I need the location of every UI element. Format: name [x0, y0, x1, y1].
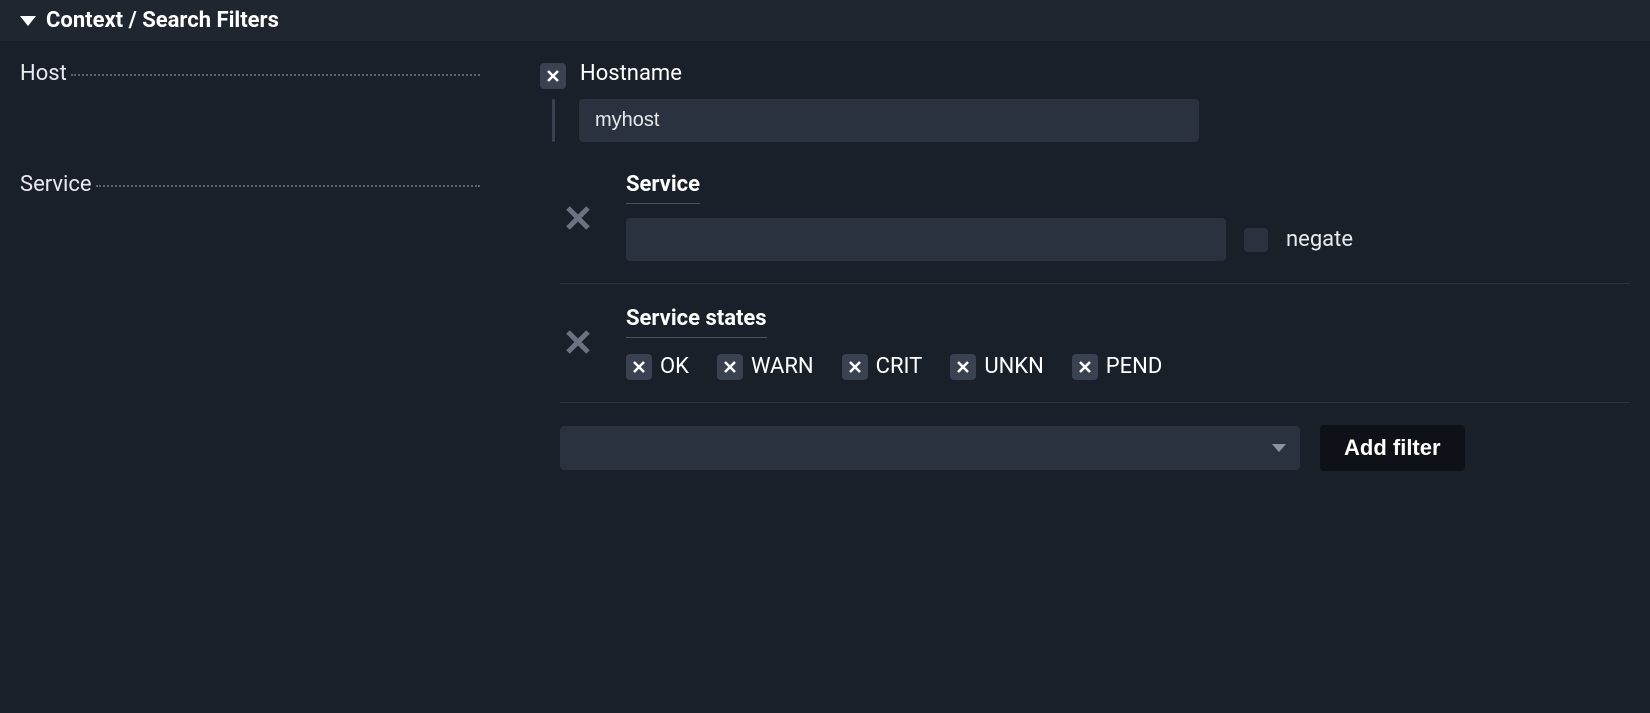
toggle-unkn-checkbox[interactable]	[950, 354, 976, 380]
state-label-crit: CRIT	[876, 354, 923, 379]
host-row: Host Hostname	[20, 61, 1630, 142]
state-toggle-ok[interactable]: OK	[626, 352, 689, 380]
indent-bar	[552, 99, 555, 142]
close-icon	[632, 360, 646, 374]
service-states-filter-title: Service states	[626, 306, 767, 338]
section-header[interactable]: Context / Search Filters	[0, 0, 1650, 41]
section-title: Context / Search Filters	[46, 8, 279, 33]
service-states-filter-item: Service states OK WARN	[560, 306, 1630, 403]
toggle-warn-checkbox[interactable]	[717, 354, 743, 380]
dotted-leader	[71, 74, 480, 76]
remove-service-states-filter-button[interactable]	[560, 324, 596, 360]
service-filter-item: Service negate	[560, 172, 1630, 284]
dotted-leader	[96, 185, 480, 187]
negate-checkbox[interactable]	[1244, 228, 1268, 252]
host-label: Host	[20, 61, 71, 86]
toggle-crit-checkbox[interactable]	[842, 354, 868, 380]
add-filter-button[interactable]: Add filter	[1320, 425, 1465, 471]
remove-hostname-filter-button[interactable]	[540, 63, 566, 89]
state-toggle-warn[interactable]: WARN	[717, 352, 814, 380]
state-label-ok: OK	[660, 354, 689, 379]
service-row: Service Service negate	[20, 172, 1630, 471]
close-icon	[848, 360, 862, 374]
add-filter-row: Add filter	[560, 425, 1630, 471]
state-label-unkn: UNKN	[984, 354, 1043, 379]
remove-service-filter-button[interactable]	[560, 200, 596, 236]
collapse-icon	[20, 16, 36, 26]
state-label-pend: PEND	[1106, 354, 1163, 379]
close-icon	[564, 328, 592, 356]
close-icon	[723, 360, 737, 374]
state-toggle-pend[interactable]: PEND	[1072, 352, 1163, 380]
service-input[interactable]	[626, 218, 1226, 261]
add-filter-select[interactable]	[560, 426, 1300, 470]
service-filter-title: Service	[626, 172, 700, 204]
state-toggle-unkn[interactable]: UNKN	[950, 352, 1043, 380]
close-icon	[546, 69, 560, 83]
close-icon	[564, 204, 592, 232]
close-icon	[1078, 360, 1092, 374]
state-toggle-crit[interactable]: CRIT	[842, 352, 923, 380]
close-icon	[956, 360, 970, 374]
chevron-down-icon	[1272, 444, 1286, 452]
state-label-warn: WARN	[751, 354, 814, 379]
hostname-input[interactable]	[579, 99, 1199, 142]
hostname-filter-title: Hostname	[580, 61, 682, 86]
toggle-ok-checkbox[interactable]	[626, 354, 652, 380]
negate-label: negate	[1286, 227, 1353, 252]
service-label: Service	[20, 172, 96, 197]
toggle-pend-checkbox[interactable]	[1072, 354, 1098, 380]
